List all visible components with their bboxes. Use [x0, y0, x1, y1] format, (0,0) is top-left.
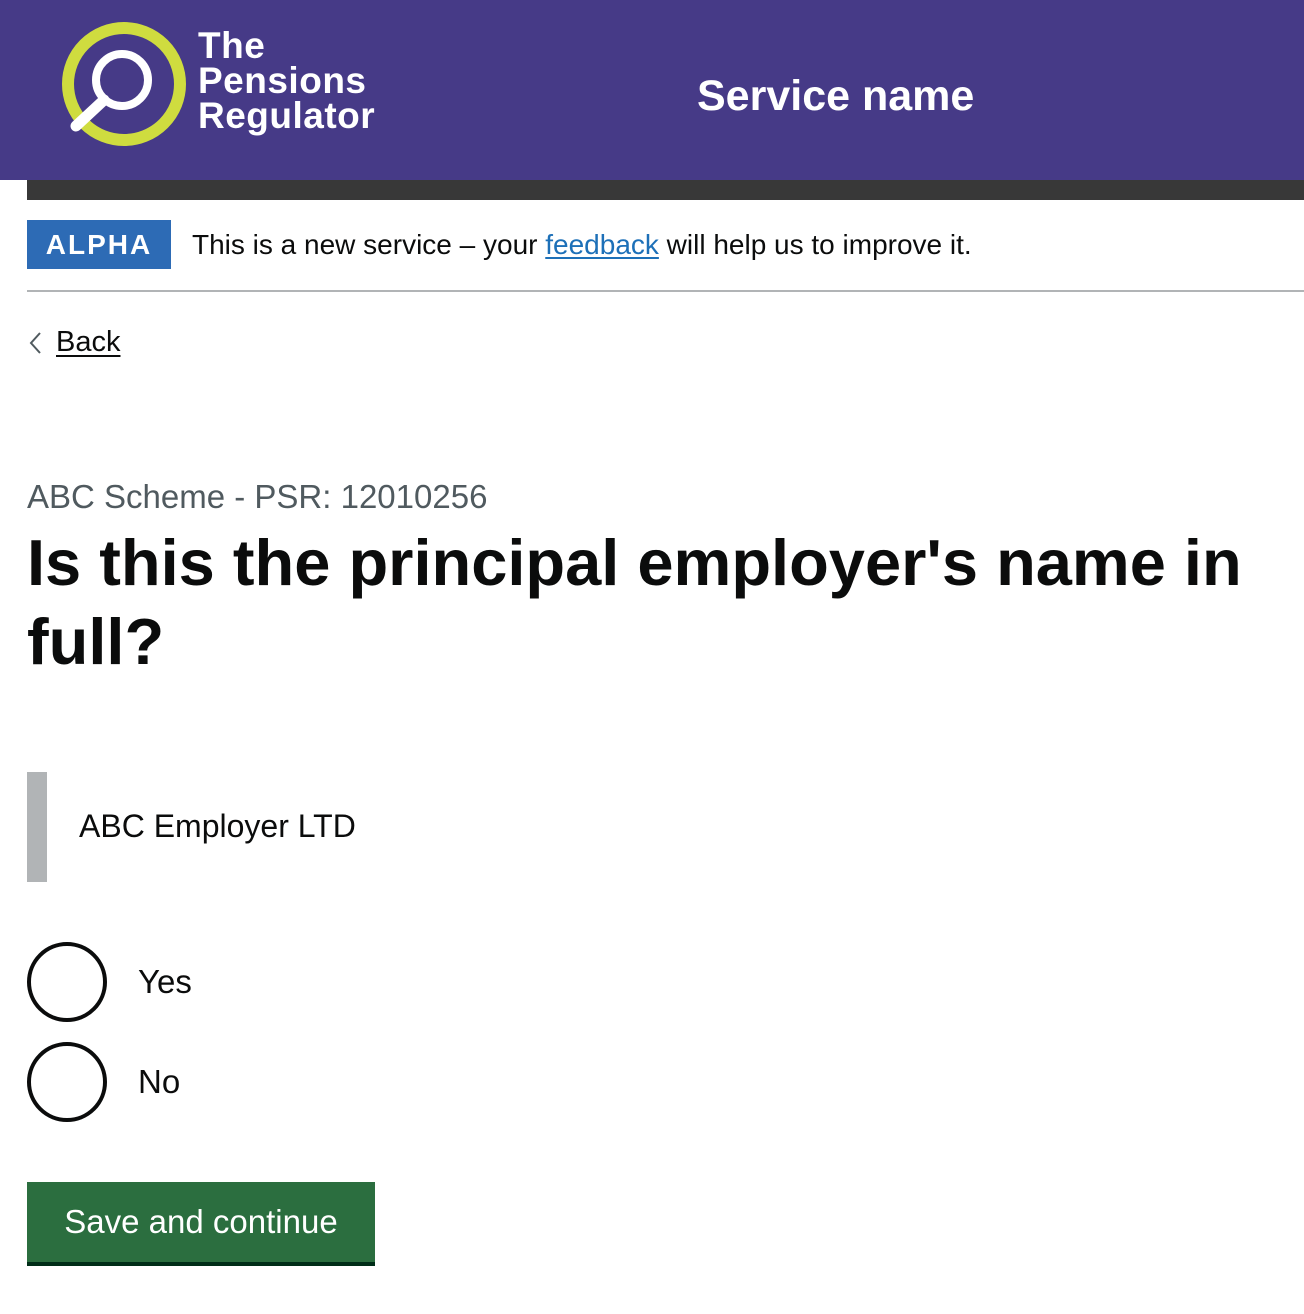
phase-banner: ALPHA This is a new service – your feedb… [27, 200, 1304, 292]
page-title: Is this the principal employer's name in… [27, 526, 1242, 678]
radio-label-no[interactable]: No [138, 1062, 180, 1102]
phase-text-before: This is a new service – your [192, 229, 546, 260]
logo-line-3: Regulator [198, 95, 376, 136]
radio-option-yes[interactable]: Yes [27, 942, 427, 1022]
logo-line-1: The [198, 25, 266, 66]
phase-tag: ALPHA [27, 220, 171, 269]
magnifier-logo-icon [62, 22, 186, 146]
site-header: The Pensions Regulator Service name [0, 0, 1304, 180]
logo-wordmark: The Pensions Regulator [198, 25, 408, 136]
radio-input-no[interactable] [27, 1042, 107, 1122]
header-divider-bar [27, 180, 1304, 200]
service-name[interactable]: Service name [697, 70, 974, 122]
back-link-label: Back [56, 326, 121, 358]
employer-name: ABC Employer LTD [79, 808, 356, 844]
pensions-regulator-logo[interactable]: The Pensions Regulator [60, 20, 400, 150]
save-and-continue-button[interactable]: Save and continue [27, 1182, 375, 1262]
page-caption: ABC Scheme - PSR: 12010256 [27, 478, 488, 515]
inset-text-block: ABC Employer LTD [27, 772, 727, 882]
phase-text-after: will help us to improve it. [658, 229, 972, 260]
chevron-left-icon [29, 332, 41, 354]
radio-input-yes[interactable] [27, 942, 107, 1022]
logo-line-2: Pensions [198, 60, 367, 101]
radio-option-no[interactable]: No [27, 1042, 427, 1122]
radio-label-yes[interactable]: Yes [138, 962, 192, 1002]
phase-banner-text: This is a new service – your feedback wi… [192, 226, 972, 264]
feedback-link[interactable]: feedback [545, 229, 659, 260]
